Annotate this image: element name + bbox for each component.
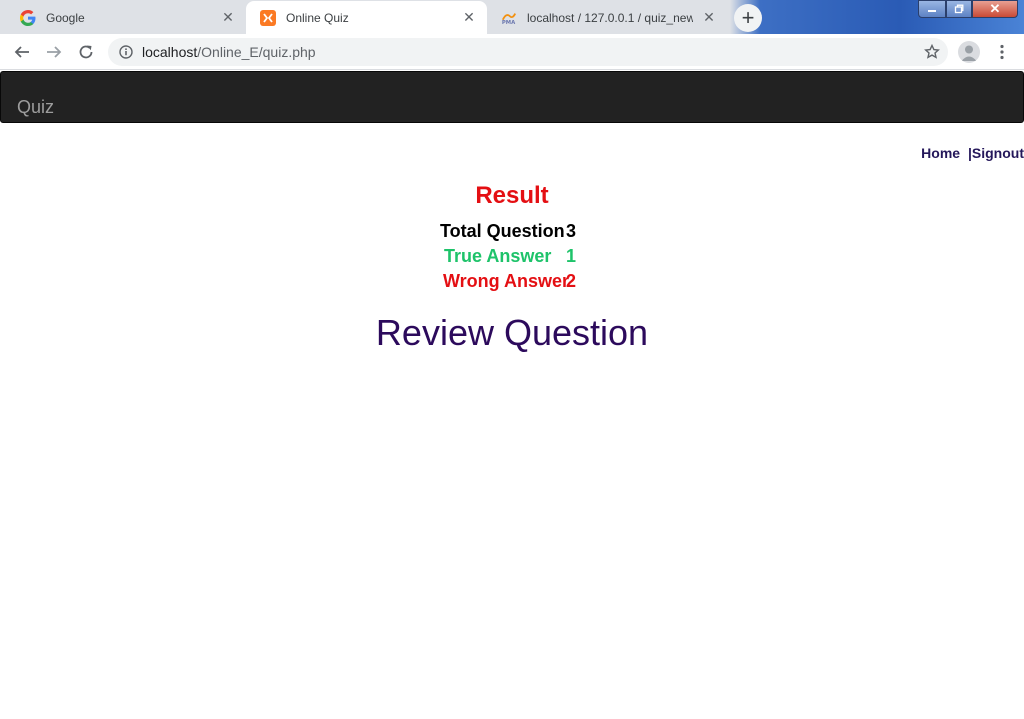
true-answer-value: 1 [566, 246, 577, 266]
close-tab-icon[interactable]: ✕ [461, 9, 477, 26]
wrong-answer-label: Wrong Answer [443, 271, 570, 291]
tab-title: localhost / 127.0.0.1 / quiz_new / [527, 10, 693, 25]
reload-button[interactable] [74, 40, 98, 64]
result-heading: Result [475, 182, 549, 209]
phpmyadmin-icon: PMA [501, 10, 517, 26]
close-tab-icon[interactable]: ✕ [701, 9, 717, 26]
profile-avatar-icon[interactable] [958, 41, 980, 63]
browser-toolbar: localhost/Online_E/quiz.php [0, 34, 1024, 70]
tab-phpmyadmin[interactable]: PMA localhost / 127.0.0.1 / quiz_new / ✕ [487, 1, 727, 34]
forward-button[interactable] [42, 40, 66, 64]
back-button[interactable] [10, 40, 34, 64]
result-stats: Total Question 3 True Answer 1 Wrong Answe… [440, 219, 576, 294]
close-window-button[interactable]: ✕ [972, 0, 1018, 18]
google-icon [20, 9, 36, 26]
true-answer-row: True Answer 1 [440, 244, 576, 269]
home-link[interactable]: Home [921, 145, 960, 161]
tab-online-quiz[interactable]: Online Quiz ✕ [246, 1, 487, 34]
forward-arrow-icon [47, 46, 62, 58]
browser-tabstrip: Google ✕ Online Quiz ✕ PMA localhost / 1… [0, 0, 1024, 34]
navbar-brand[interactable]: Quiz [17, 97, 54, 118]
total-question-value: 3 [566, 221, 577, 241]
reload-icon [79, 45, 93, 59]
restore-window-button[interactable] [946, 0, 972, 18]
bookmark-star-icon[interactable] [924, 44, 940, 60]
wrong-answer-value: 2 [566, 271, 577, 291]
url-text[interactable]: localhost/Online_E/quiz.php [142, 44, 316, 60]
wrong-answer-row: Wrong Answer 2 [440, 269, 576, 294]
new-tab-button[interactable]: + [734, 4, 762, 32]
minimize-window-button[interactable] [918, 0, 946, 18]
true-answer-label: True Answer [444, 246, 552, 266]
url-path: /Online_E/quiz.php [197, 44, 316, 60]
site-navbar: Quiz [0, 71, 1024, 123]
tab-title: Online Quiz [286, 10, 349, 25]
url-host: localhost [142, 44, 198, 60]
tab-google[interactable]: Google ✕ [6, 1, 246, 34]
back-arrow-icon [14, 46, 29, 58]
close-tab-icon[interactable]: ✕ [220, 9, 236, 26]
user-links: Home |Signout [921, 145, 1024, 161]
xampp-icon [260, 9, 276, 26]
total-question-row: Total Question 3 [440, 219, 576, 244]
address-bar[interactable]: localhost/Online_E/quiz.php [108, 38, 948, 66]
total-question-label: Total Question [440, 221, 565, 241]
tab-title: Google [46, 10, 85, 25]
svg-text:PMA: PMA [502, 20, 516, 26]
info-icon[interactable] [118, 44, 134, 60]
review-question-heading: Review Question [375, 312, 649, 353]
browser-menu-icon[interactable] [994, 40, 1010, 64]
signout-link[interactable]: Signout [972, 145, 1024, 161]
